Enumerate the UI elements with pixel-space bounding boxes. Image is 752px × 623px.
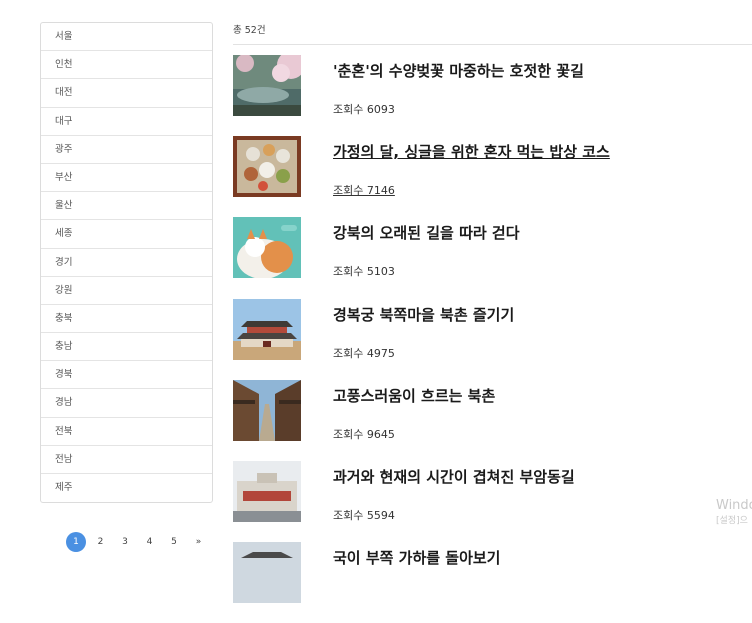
pagination: 1 2 3 4 5 » (66, 532, 213, 552)
sidebar-item-ulsan[interactable]: 울산 (41, 192, 212, 221)
sidebar-item-daejeon[interactable]: 대전 (41, 79, 212, 108)
sidebar-item-chungnam[interactable]: 충남 (41, 333, 212, 362)
thumbnail-image[interactable] (233, 55, 301, 116)
article-title[interactable]: 경복궁 북쪽마을 북촌 즐기기 (333, 304, 514, 325)
result-count: 총 52건 (233, 25, 266, 36)
sidebar-item-jeonnam[interactable]: 전남 (41, 446, 212, 474)
list-item[interactable]: 국이 부쪽 가하를 돌아보기 (233, 542, 752, 623)
article-title[interactable]: 강북의 오래된 길을 따라 걷다 (333, 222, 520, 243)
next-page-button[interactable]: » (189, 532, 209, 552)
view-count: 조회수 5594 (333, 508, 395, 522)
article-title[interactable]: 고풍스러움이 흐르는 북촌 (333, 385, 495, 406)
view-count: 조회수 7146 (333, 184, 395, 198)
article-title[interactable]: 과거와 현재의 시간이 겹쳐진 부암동길 (333, 466, 575, 487)
watermark-line-1: Windo (716, 498, 752, 513)
sidebar-item-gangwon[interactable]: 강원 (41, 277, 212, 305)
page-button-3[interactable]: 3 (115, 532, 135, 552)
thumbnail-image[interactable] (233, 136, 301, 198)
thumbnail-image[interactable] (233, 542, 301, 604)
article-list: '춘혼'의 수양벚꽃 마중하는 호젓한 꽃길 조회수 6093 가정의 달, 싱… (233, 55, 752, 623)
list-item[interactable]: 가정의 달, 싱글을 위한 혼자 먹는 밥상 코스 조회수 7146 (233, 136, 752, 217)
sidebar-item-gyeongnam[interactable]: 경남 (41, 389, 212, 418)
sidebar-item-jeonbuk[interactable]: 전북 (41, 418, 212, 446)
sidebar-item-gyeongbuk[interactable]: 경북 (41, 361, 212, 390)
thumbnail-image[interactable] (233, 460, 301, 522)
list-item[interactable]: 고풍스러움이 흐르는 북촌 조회수 9645 (233, 379, 752, 461)
sidebar-item-gwangju[interactable]: 광주 (41, 136, 212, 164)
list-item[interactable]: 강북의 오래된 길을 따라 걷다 조회수 5103 (233, 217, 752, 298)
windows-watermark: Windo [설정]으 (716, 498, 752, 526)
thumbnail-image[interactable] (233, 217, 301, 279)
sidebar-item-sejong[interactable]: 세종 (41, 220, 212, 249)
divider (233, 44, 752, 45)
page-button-1[interactable]: 1 (66, 532, 86, 552)
list-item[interactable]: 경복궁 북쪽마을 북촌 즐기기 조회수 4975 (233, 298, 752, 380)
sidebar-item-incheon[interactable]: 인천 (41, 51, 212, 80)
thumbnail-image[interactable] (233, 379, 301, 441)
view-count: 조회수 6093 (333, 103, 395, 116)
list-item[interactable]: '춘혼'의 수양벚꽃 마중하는 호젓한 꽃길 조회수 6093 (233, 55, 752, 136)
sidebar-item-chungbuk[interactable]: 충북 (41, 305, 212, 334)
list-item[interactable]: 과거와 현재의 시간이 겹쳐진 부암동길 조회수 5594 (233, 460, 752, 542)
article-title[interactable]: 가정의 달, 싱글을 위한 혼자 먹는 밥상 코스 (333, 141, 610, 162)
thumbnail-image[interactable] (233, 298, 301, 360)
watermark-line-2: [설정]으 (716, 516, 748, 526)
sidebar-item-seoul[interactable]: 서울 (41, 23, 212, 52)
view-count: 조회수 5103 (333, 265, 395, 279)
article-title[interactable]: '춘혼'의 수양벚꽃 마중하는 호젓한 꽃길 (333, 60, 584, 81)
sidebar-item-jeju[interactable]: 제주 (41, 474, 212, 502)
view-count: 조회수 9645 (333, 427, 395, 441)
page-button-2[interactable]: 2 (91, 532, 111, 552)
sidebar-item-daegu[interactable]: 대구 (41, 108, 212, 136)
view-count: 조회수 4975 (333, 346, 395, 360)
sidebar-item-gyeonggi[interactable]: 경기 (41, 249, 212, 277)
page-button-5[interactable]: 5 (164, 532, 184, 552)
page-button-4[interactable]: 4 (140, 532, 160, 552)
region-sidebar: 서울 인천 대전 대구 광주 부산 울산 세종 경기 강원 충북 충남 경북 경… (40, 22, 213, 504)
sidebar-item-busan[interactable]: 부산 (41, 164, 212, 193)
